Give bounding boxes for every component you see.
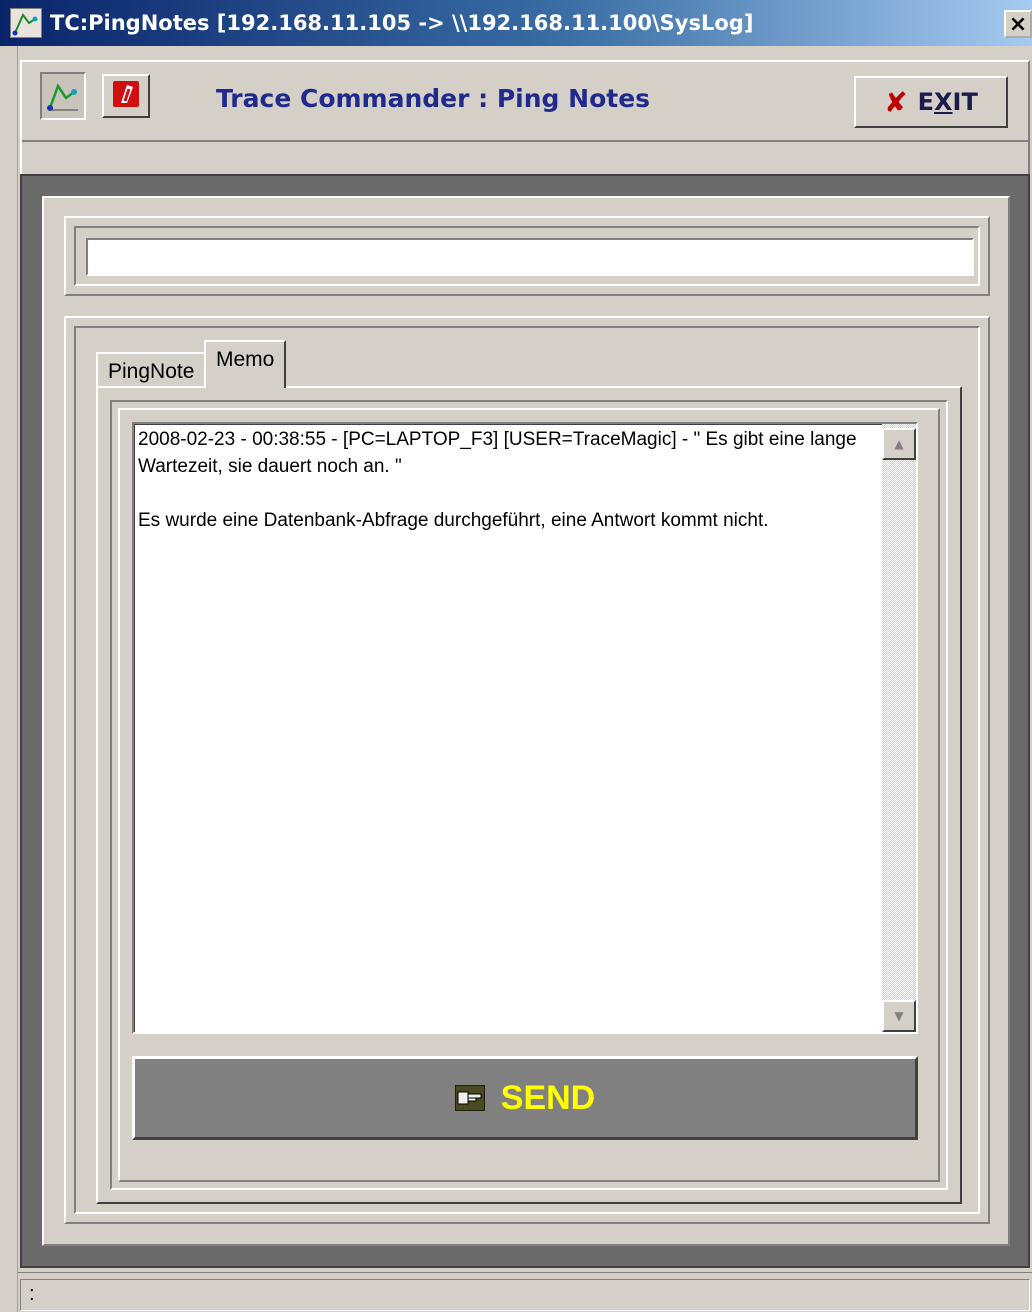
tab-memo[interactable]: Memo <box>204 340 287 388</box>
ping-button[interactable] <box>102 74 150 118</box>
page-title: Trace Commander : Ping Notes <box>216 84 651 113</box>
memo-scrollbar[interactable]: ▲ ▼ <box>882 424 916 1032</box>
address-input[interactable] <box>86 238 974 276</box>
status-bar: : <box>18 1272 1032 1312</box>
exit-x-icon: ✘ <box>884 85 908 119</box>
close-window-button[interactable]: × <box>1004 10 1032 38</box>
scroll-down-button[interactable]: ▼ <box>882 1000 916 1032</box>
tab-area-inner: PingNote Memo 2008-02-23 - 00:38:55 - [P… <box>74 326 980 1214</box>
toolbar: Trace Commander : Ping Notes ✘ EXIT <box>20 60 1030 186</box>
pointing-hand-icon <box>454 1085 485 1111</box>
toolbar-strip: Trace Commander : Ping Notes ✘ EXIT <box>22 62 1028 142</box>
memo-tab-page: 2008-02-23 - 00:38:55 - [PC=LAPTOP_F3] [… <box>96 386 962 1204</box>
status-text: : <box>20 1279 1030 1311</box>
memo-frame-inner: 2008-02-23 - 00:38:55 - [PC=LAPTOP_F3] [… <box>118 408 940 1182</box>
address-group <box>64 216 990 296</box>
address-group-inner <box>74 226 980 286</box>
tab-pingnote[interactable]: PingNote <box>96 352 207 390</box>
send-button[interactable]: SEND <box>132 1056 918 1140</box>
exit-button[interactable]: ✘ EXIT <box>854 76 1008 128</box>
tab-area: PingNote Memo 2008-02-23 - 00:38:55 - [P… <box>64 316 990 1224</box>
exit-label: EXIT <box>917 88 978 116</box>
memo-frame: 2008-02-23 - 00:38:55 - [PC=LAPTOP_F3] [… <box>110 400 948 1190</box>
memo-textarea[interactable]: 2008-02-23 - 00:38:55 - [PC=LAPTOP_F3] [… <box>132 422 918 1034</box>
ping-icon <box>111 79 141 113</box>
chart-icon <box>46 76 80 116</box>
window-title: TC:PingNotes [192.168.11.105 -> \\192.16… <box>50 11 754 35</box>
chart-button[interactable] <box>40 72 86 120</box>
content-frame: PingNote Memo 2008-02-23 - 00:38:55 - [P… <box>20 174 1030 1268</box>
send-label: SEND <box>500 1078 596 1117</box>
scroll-up-button[interactable]: ▲ <box>882 428 916 460</box>
main-window: Trace Commander : Ping Notes ✘ EXIT Ping… <box>18 46 1032 1312</box>
scroll-down-icon: ▼ <box>894 1009 904 1023</box>
app-icon <box>10 8 42 38</box>
window-left-edge <box>0 46 18 1312</box>
content-panel: PingNote Memo 2008-02-23 - 00:38:55 - [P… <box>42 196 1010 1246</box>
memo-text: 2008-02-23 - 00:38:55 - [PC=LAPTOP_F3] [… <box>138 429 857 531</box>
title-bar: TC:PingNotes [192.168.11.105 -> \\192.16… <box>0 0 1032 46</box>
scroll-up-icon: ▲ <box>894 437 904 451</box>
